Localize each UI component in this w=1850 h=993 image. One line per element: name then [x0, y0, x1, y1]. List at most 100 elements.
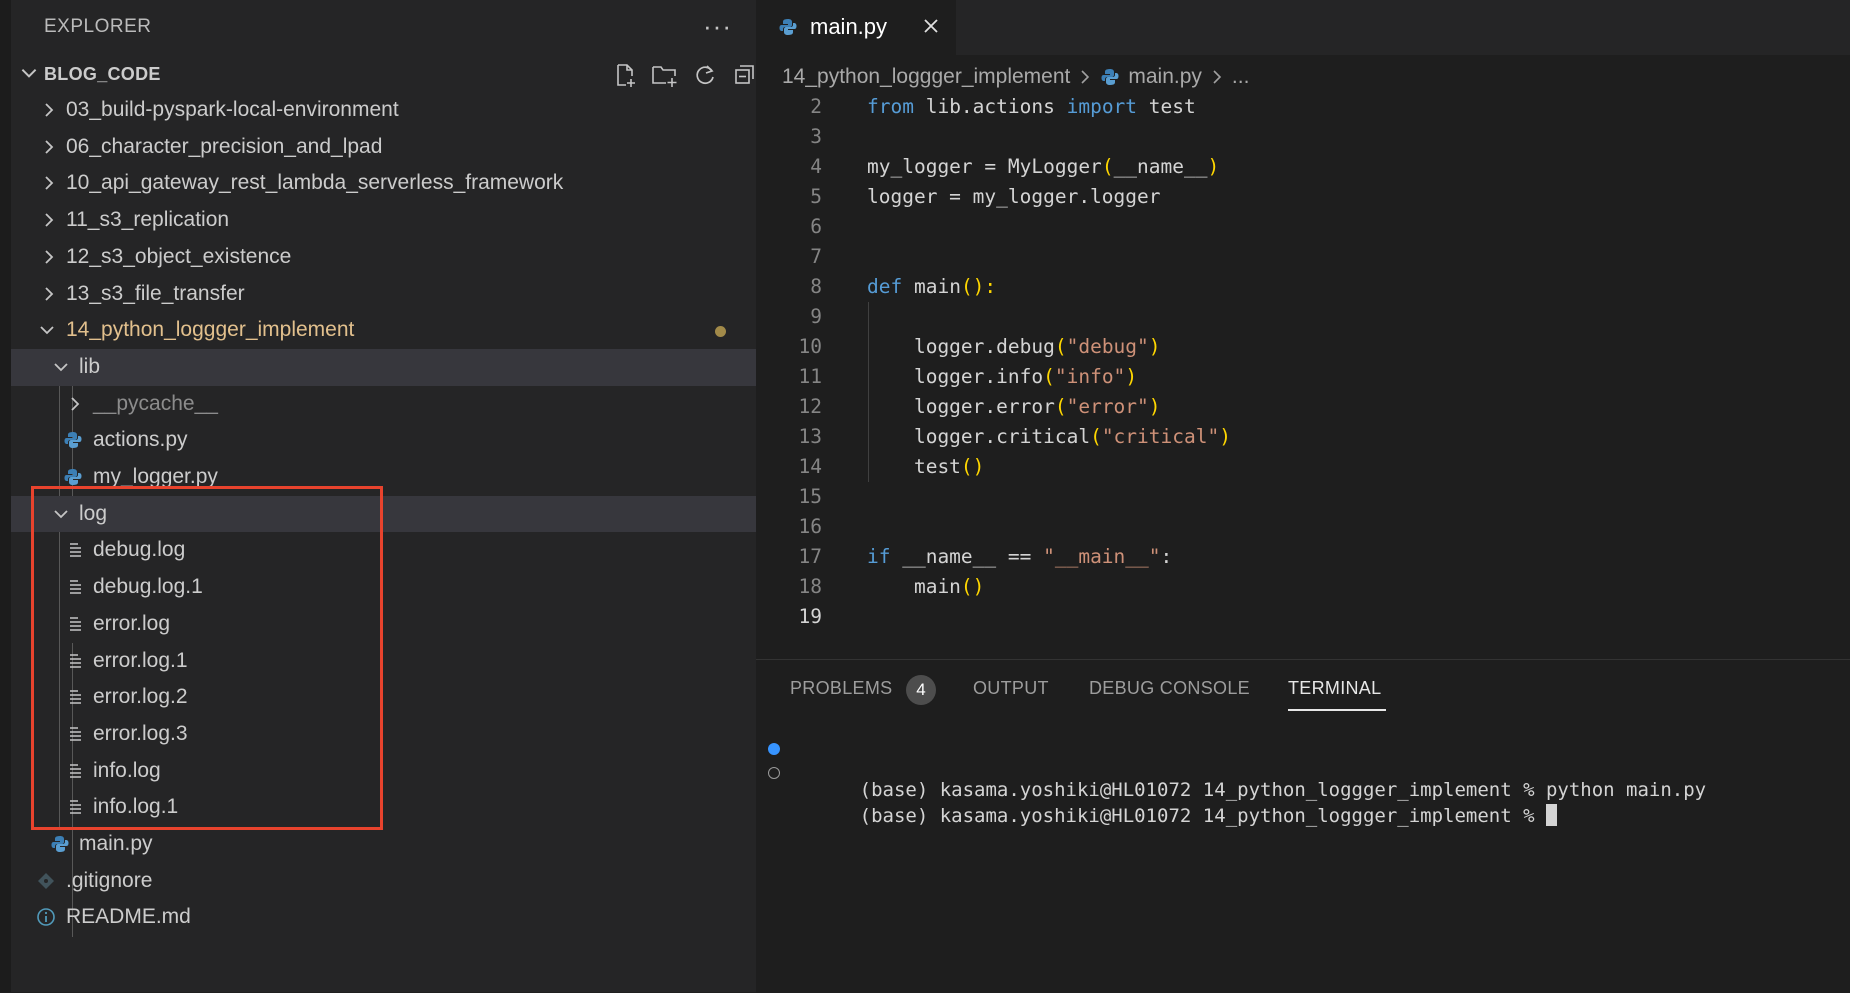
- code-token: __name__: [1113, 155, 1208, 178]
- git-file-icon: [38, 872, 54, 889]
- chevron-down-icon: [40, 326, 54, 335]
- breadcrumb-more[interactable]: ...: [1232, 65, 1250, 89]
- tree-item-label: my_logger.py: [93, 465, 218, 487]
- breadcrumb-file[interactable]: main.py: [1128, 65, 1202, 89]
- tree-file[interactable]: .gitignore: [11, 863, 756, 900]
- line-number: 10: [798, 335, 822, 358]
- code-token: __name__ ==: [890, 545, 1044, 568]
- python-file-icon: [64, 432, 82, 449]
- tab-output[interactable]: OUTPUT: [973, 678, 1049, 699]
- tree-item-label: 11_s3_replication: [66, 208, 230, 232]
- code-line: 11 logger.info("info"): [756, 362, 1850, 392]
- active-tab-indicator: [1288, 709, 1386, 711]
- chevron-right-icon: [45, 286, 54, 301]
- line-number: 5: [810, 185, 822, 208]
- breadcrumb-folder[interactable]: 14_python_loggger_implement: [782, 65, 1070, 89]
- code-line: 10 logger.debug("debug"): [756, 332, 1850, 362]
- code-line: 16: [756, 512, 1850, 542]
- line-number: 18: [798, 575, 822, 598]
- tree-folder[interactable]: 06_character_precision_and_lpad: [11, 129, 756, 166]
- tree-file[interactable]: actions.py: [11, 422, 756, 459]
- line-number: 15: [798, 485, 822, 508]
- line-number: 13: [798, 425, 822, 448]
- tree-item-label: 14_python_loggger_implement: [66, 318, 355, 342]
- code-token: (: [1054, 395, 1067, 418]
- tab-main-py[interactable]: main.py: [756, 0, 956, 55]
- code-token: "debug": [1066, 335, 1149, 358]
- tab-label: main.py: [810, 14, 888, 39]
- python-file-icon: [51, 836, 69, 852]
- code-line: 13 logger.critical("critical"): [756, 422, 1850, 452]
- tab-debug-console[interactable]: DEBUG CONSOLE: [1089, 678, 1250, 699]
- tab-terminal[interactable]: TERMINAL: [1288, 678, 1381, 699]
- tree-item-label: 13_s3_file_transfer: [66, 281, 245, 305]
- more-actions-icon[interactable]: ···: [703, 11, 732, 42]
- line-number: 6: [810, 215, 822, 238]
- code-token: test: [867, 455, 961, 478]
- code-token: (: [1043, 365, 1055, 388]
- tree-folder[interactable]: __pycache__: [11, 386, 756, 423]
- bottom-panel: PROBLEMS 4 OUTPUT DEBUG CONSOLE TERMINAL…: [756, 659, 1850, 993]
- code-line: 3: [756, 122, 1850, 152]
- tree-file[interactable]: README.md: [11, 899, 756, 936]
- code-token: lib.actions: [913, 95, 1067, 118]
- new-folder-icon[interactable]: [650, 60, 680, 90]
- code-token: logger.debug: [867, 335, 1055, 358]
- code-token: test: [1137, 95, 1196, 118]
- code-token: (: [1090, 425, 1102, 448]
- tree-folder-open[interactable]: lib: [11, 348, 756, 386]
- code-line: 6: [756, 212, 1850, 242]
- tree-item-label: 03_build-pyspark-local-environment: [66, 98, 399, 121]
- tree-folder[interactable]: 10_api_gateway_rest_lambda_serverless_fr…: [11, 165, 756, 202]
- chevron-right-icon: [71, 396, 80, 411]
- code-token: (): [960, 575, 985, 598]
- close-icon[interactable]: [920, 15, 942, 37]
- python-file-icon: [779, 19, 797, 35]
- tree-folder-open[interactable]: 14_python_loggger_implement: [11, 312, 756, 349]
- command-success-dot-icon[interactable]: [768, 743, 780, 755]
- tree-item-label: 06_character_precision_and_lpad: [66, 134, 383, 158]
- code-line: 9: [756, 302, 1850, 332]
- code-line: 7: [756, 242, 1850, 272]
- tree-folder[interactable]: 13_s3_file_transfer: [11, 276, 756, 313]
- code-token: "critical": [1101, 425, 1220, 448]
- code-line: 5 logger = my_logger.logger: [756, 182, 1850, 212]
- terminal-text: (base) kasama.yoshiki@HL01072 14_python_…: [859, 805, 1546, 827]
- chevron-right-icon: [45, 213, 54, 227]
- line-number: 7: [810, 245, 822, 268]
- command-pending-dot-icon: [768, 767, 780, 779]
- code-token: main: [867, 575, 961, 598]
- code-token: ():: [960, 275, 997, 298]
- tree-folder[interactable]: 12_s3_object_existence: [11, 239, 756, 276]
- tree-item-label: main.py: [79, 832, 153, 855]
- code-token: ): [1125, 365, 1138, 388]
- tree-file[interactable]: main.py: [11, 826, 756, 863]
- tree-folder[interactable]: 03_build-pyspark-local-environment: [11, 92, 756, 129]
- tab-problems[interactable]: PROBLEMS: [790, 678, 892, 699]
- tab-bar: main.py: [756, 0, 1850, 55]
- line-number: 16: [798, 515, 822, 538]
- explorer-title: EXPLORER: [44, 16, 152, 37]
- refresh-icon[interactable]: [690, 60, 720, 90]
- tree-file[interactable]: my_logger.py: [11, 459, 756, 487]
- code-token: my_logger = MyLogger: [867, 155, 1102, 178]
- workspace-section-header[interactable]: BLOG_CODE: [14, 58, 754, 92]
- line-number: 9: [810, 305, 822, 328]
- new-file-icon[interactable]: [610, 60, 640, 90]
- tree-item-label: 10_api_gateway_rest_lambda_serverless_fr…: [66, 171, 564, 195]
- activity-edge: [0, 0, 11, 992]
- terminal-line[interactable]: (base) kasama.yoshiki@HL01072 14_python_…: [768, 760, 1557, 849]
- line-number: 3: [810, 125, 822, 148]
- code-line: 4 my_logger = MyLogger(__name__): [756, 152, 1850, 182]
- code-token: "__main__": [1043, 545, 1161, 568]
- code-editor[interactable]: 2 from lib.actions import test 3 4 my_logg…: [756, 92, 1850, 724]
- tree-item-label: 12_s3_object_existence: [66, 244, 292, 268]
- line-number: 8: [810, 275, 822, 298]
- code-token: :: [1160, 545, 1173, 568]
- tree-item-label: .gitignore: [66, 868, 153, 892]
- chevron-right-icon: [45, 103, 54, 117]
- code-line: 19: [756, 602, 1850, 632]
- tree-item-label: README.md: [66, 905, 191, 929]
- tree-folder[interactable]: 11_s3_replication: [11, 202, 756, 239]
- code-token: logger.error: [867, 395, 1055, 418]
